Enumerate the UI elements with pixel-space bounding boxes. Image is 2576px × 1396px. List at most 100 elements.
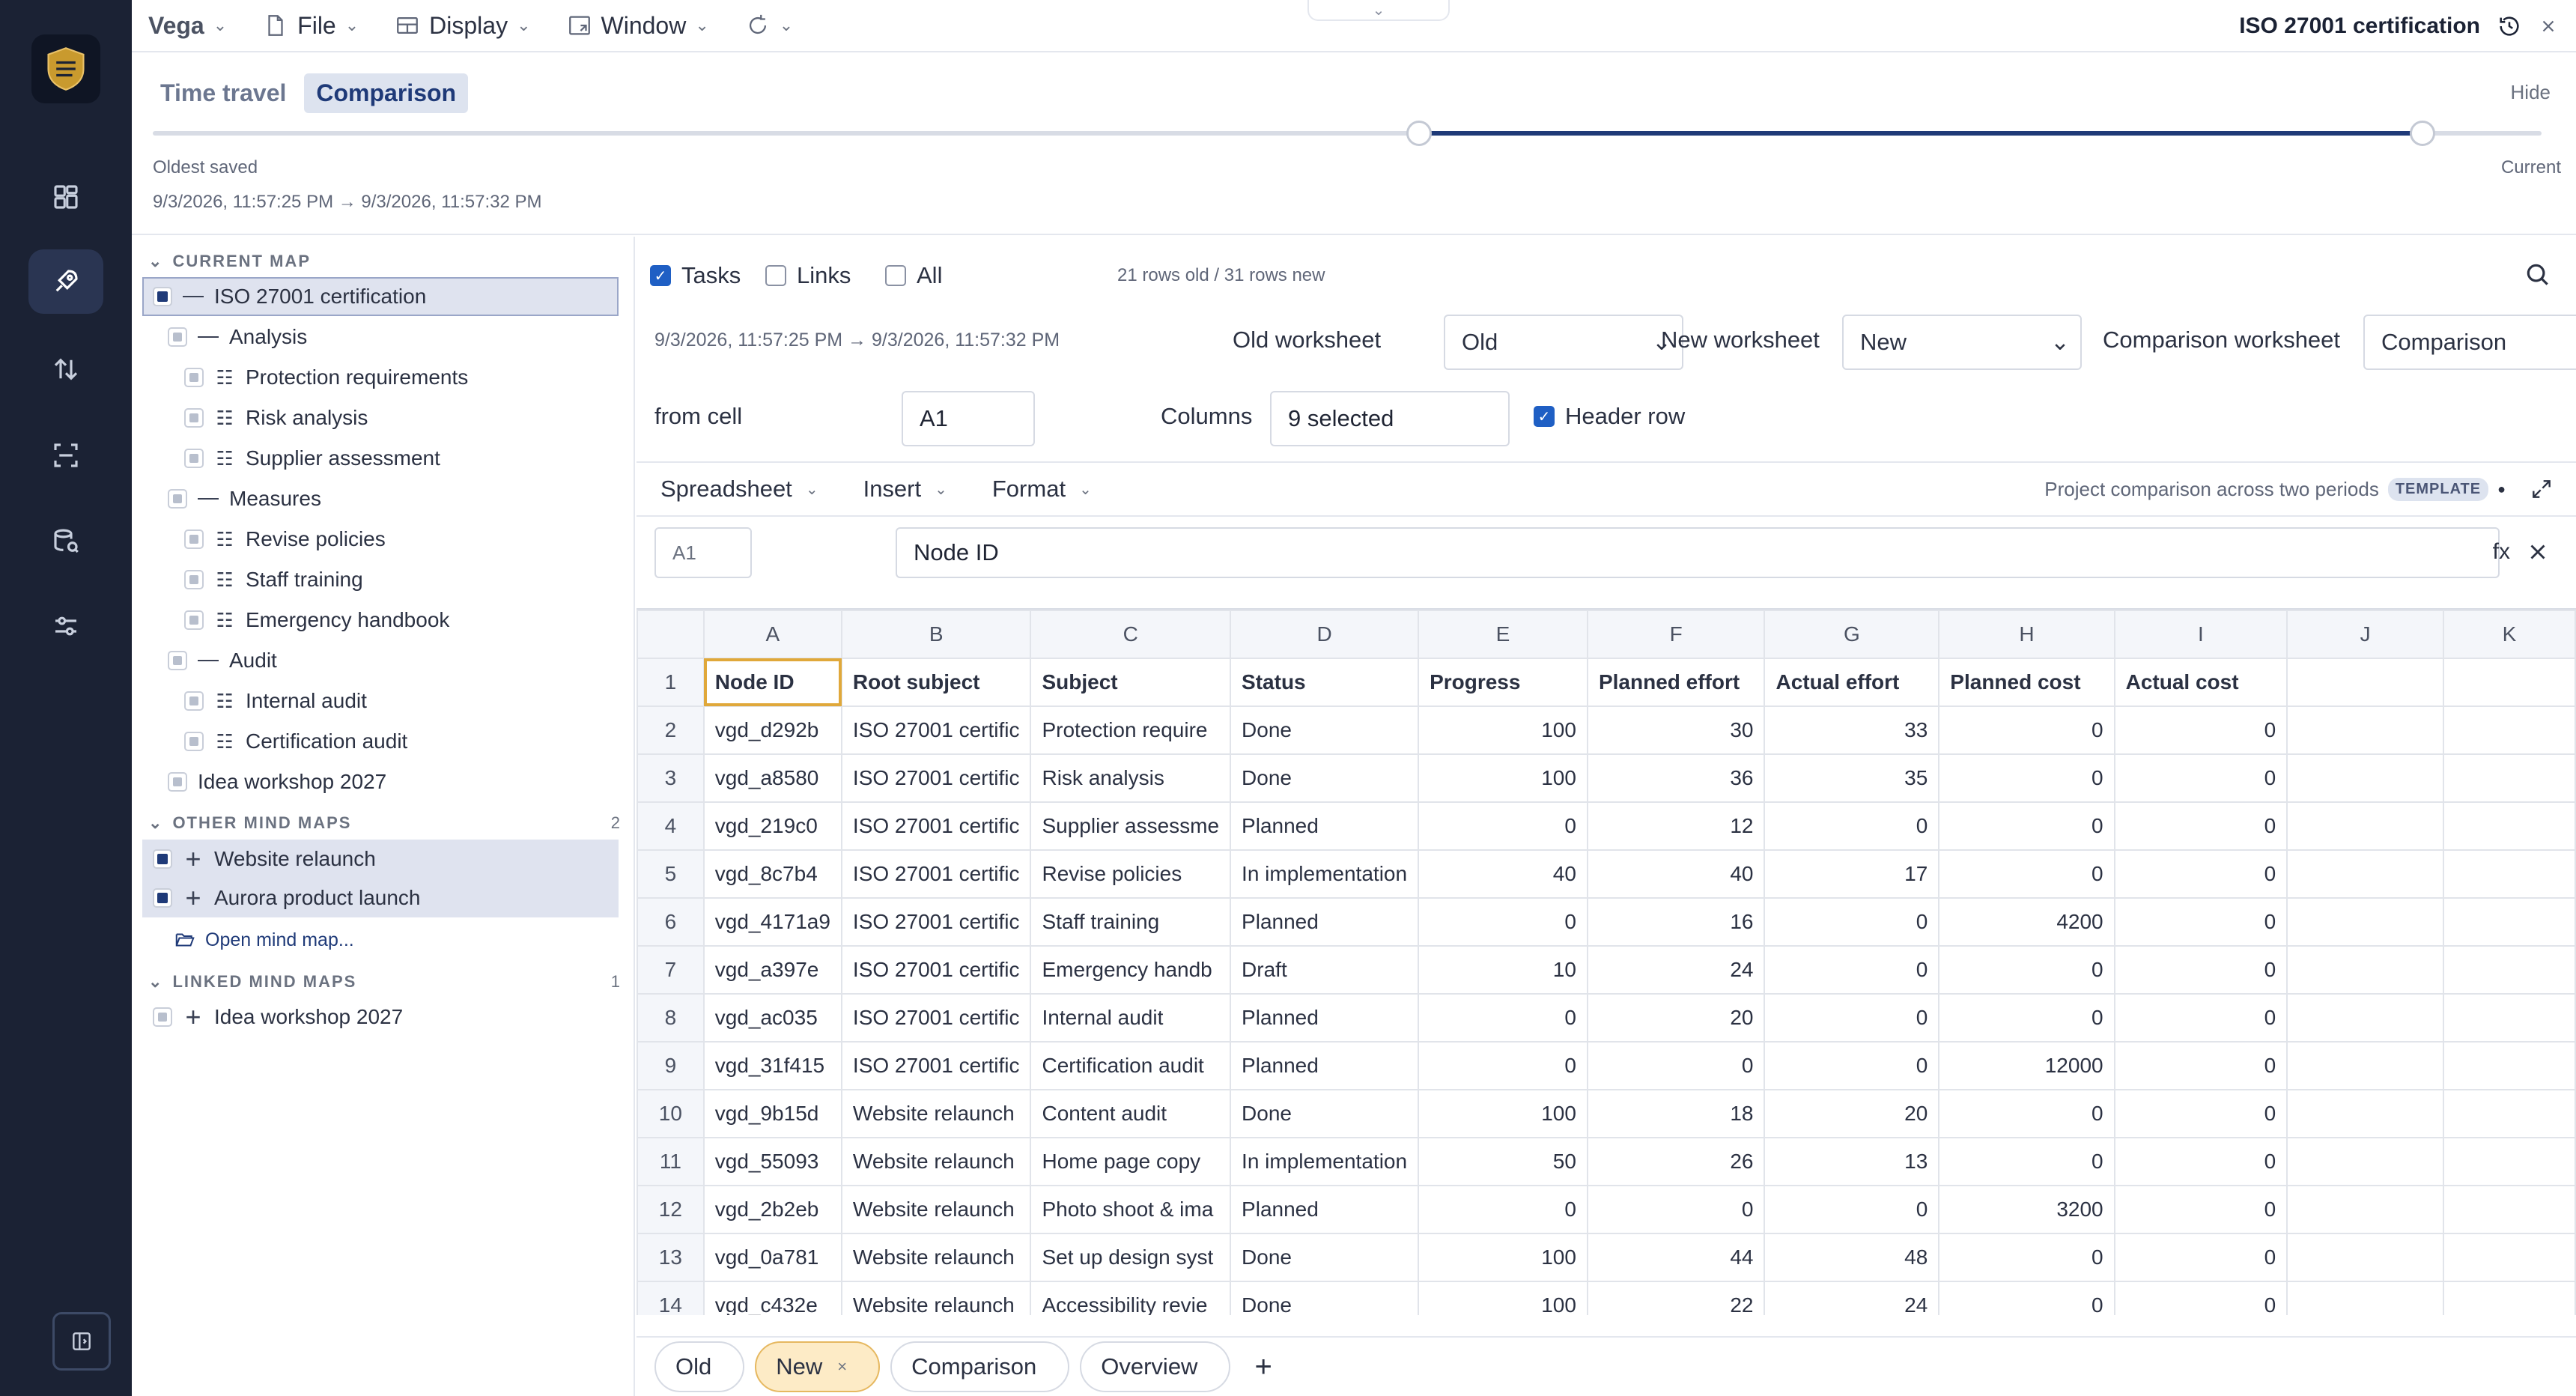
sheet-tab[interactable]: New × bbox=[755, 1341, 881, 1392]
table-cell[interactable]: Done bbox=[1230, 753, 1420, 803]
table-cell[interactable]: 0 bbox=[1418, 993, 1588, 1043]
cell-reference[interactable]: A1 bbox=[654, 527, 752, 578]
table-cell[interactable]: 0 bbox=[1938, 1089, 2115, 1138]
tab-comparison[interactable]: Comparison bbox=[304, 73, 469, 113]
table-cell[interactable] bbox=[2286, 1089, 2445, 1138]
column-header[interactable]: B bbox=[840, 610, 1032, 659]
table-cell[interactable]: vgd_2b2eb bbox=[702, 1185, 842, 1234]
table-cell[interactable]: Home page copy bbox=[1030, 1137, 1232, 1186]
table-cell[interactable]: Planned bbox=[1230, 801, 1420, 851]
table-cell[interactable]: Staff training bbox=[1030, 897, 1232, 947]
column-header[interactable]: F bbox=[1586, 610, 1766, 659]
node-checkbox[interactable] bbox=[184, 732, 204, 751]
checkbox[interactable] bbox=[153, 1007, 172, 1027]
table-cell[interactable]: 35 bbox=[1764, 753, 1940, 803]
node-checkbox[interactable] bbox=[184, 610, 204, 630]
sliders-icon[interactable] bbox=[28, 594, 103, 658]
app-menu[interactable]: Vega ⌄ bbox=[148, 7, 227, 44]
table-cell[interactable]: vgd_4171a9 bbox=[702, 897, 842, 947]
column-header[interactable]: K bbox=[2443, 610, 2576, 659]
table-cell[interactable] bbox=[2443, 1185, 2576, 1234]
table-cell[interactable]: Node ID bbox=[702, 658, 842, 707]
table-cell[interactable]: 100 bbox=[1418, 705, 1588, 755]
node-checkbox[interactable] bbox=[184, 529, 204, 549]
table-cell[interactable] bbox=[2443, 801, 2576, 851]
node-checkbox[interactable] bbox=[168, 772, 187, 792]
table-cell[interactable]: vgd_a8580 bbox=[702, 753, 842, 803]
header-row-checkbox[interactable]: ✓ bbox=[1534, 406, 1555, 427]
row-header[interactable]: 7 bbox=[637, 945, 705, 995]
range-end-handle[interactable] bbox=[2409, 121, 2435, 146]
other-map-item[interactable]: + Aurora product launch bbox=[142, 878, 619, 917]
collapse-sidebar-icon[interactable] bbox=[52, 1312, 111, 1371]
table-cell[interactable]: 18 bbox=[1586, 1089, 1766, 1138]
table-cell[interactable]: In implementation bbox=[1230, 849, 1420, 899]
close-icon[interactable] bbox=[2539, 16, 2558, 36]
tree-node[interactable]: ☷ Risk analysis bbox=[142, 398, 619, 437]
node-checkbox[interactable] bbox=[184, 368, 204, 387]
add-sheet-button[interactable]: + bbox=[1254, 1350, 1272, 1384]
table-cell[interactable]: 0 bbox=[1418, 1185, 1588, 1234]
table-cell[interactable]: 0 bbox=[2113, 849, 2288, 899]
table-cell[interactable]: ISO 27001 certific bbox=[840, 1041, 1032, 1090]
node-checkbox[interactable] bbox=[168, 651, 187, 670]
tree-node[interactable]: ☷ Staff training bbox=[142, 560, 619, 599]
table-cell[interactable]: vgd_31f415 bbox=[702, 1041, 842, 1090]
links-checkbox[interactable] bbox=[765, 265, 786, 286]
table-cell[interactable]: 0 bbox=[1418, 1041, 1588, 1090]
display-menu[interactable]: Display ⌄ bbox=[395, 7, 531, 44]
table-cell[interactable]: vgd_9b15d bbox=[702, 1089, 842, 1138]
toolbar-toggle[interactable]: ⌄ bbox=[1307, 0, 1450, 21]
spreadsheet-menu[interactable]: Spreadsheet ⌄ bbox=[660, 476, 818, 503]
time-range-slider[interactable] bbox=[153, 121, 2542, 146]
column-header[interactable]: E bbox=[1418, 610, 1588, 659]
expand-icon[interactable] bbox=[2530, 477, 2554, 501]
table-cell[interactable]: Planned bbox=[1230, 1185, 1420, 1234]
old-worksheet-select[interactable]: Old ⌄ bbox=[1444, 315, 1683, 370]
sheet-tab[interactable]: Overview bbox=[1080, 1341, 1231, 1392]
new-worksheet-select[interactable]: New ⌄ bbox=[1842, 315, 2082, 370]
row-header[interactable]: 2 bbox=[637, 705, 705, 755]
table-cell[interactable]: 0 bbox=[2113, 753, 2288, 803]
table-cell[interactable]: 26 bbox=[1586, 1137, 1766, 1186]
table-cell[interactable]: 0 bbox=[2113, 1185, 2288, 1234]
row-header[interactable]: 5 bbox=[637, 849, 705, 899]
table-cell[interactable]: Progress bbox=[1418, 658, 1588, 707]
table-cell[interactable]: Actual cost bbox=[2113, 658, 2288, 707]
formula-input[interactable]: Node ID bbox=[896, 527, 2500, 578]
cancel-icon[interactable] bbox=[2525, 539, 2551, 565]
table-cell[interactable]: Draft bbox=[1230, 945, 1420, 995]
table-cell[interactable]: ISO 27001 certific bbox=[840, 753, 1032, 803]
table-cell[interactable]: Set up design syst bbox=[1030, 1233, 1232, 1282]
database-search-icon[interactable] bbox=[28, 509, 103, 574]
table-cell[interactable] bbox=[2286, 1185, 2445, 1234]
table-cell[interactable]: Revise policies bbox=[1030, 849, 1232, 899]
table-cell[interactable]: 0 bbox=[1938, 993, 2115, 1043]
refresh-menu[interactable]: ⌄ bbox=[745, 7, 793, 44]
table-cell[interactable]: vgd_ac035 bbox=[702, 993, 842, 1043]
column-header[interactable]: D bbox=[1230, 610, 1420, 659]
table-cell[interactable]: 0 bbox=[1938, 753, 2115, 803]
close-tab-icon[interactable]: × bbox=[837, 1357, 847, 1377]
table-cell[interactable]: 20 bbox=[1586, 993, 1766, 1043]
table-cell[interactable]: vgd_d292b bbox=[702, 705, 842, 755]
table-cell[interactable]: 22 bbox=[1586, 1281, 1766, 1315]
linked-maps-heading[interactable]: ⌄ LINKED MIND MAPS 1 bbox=[148, 972, 620, 992]
table-cell[interactable]: 50 bbox=[1418, 1137, 1588, 1186]
table-cell[interactable]: 0 bbox=[1938, 705, 2115, 755]
table-cell[interactable] bbox=[2443, 945, 2576, 995]
table-cell[interactable]: Website relaunch bbox=[840, 1089, 1032, 1138]
table-cell[interactable] bbox=[2286, 849, 2445, 899]
table-cell[interactable]: 33 bbox=[1764, 705, 1940, 755]
scan-icon[interactable] bbox=[28, 423, 103, 488]
table-cell[interactable]: 40 bbox=[1418, 849, 1588, 899]
node-checkbox[interactable] bbox=[184, 691, 204, 711]
table-cell[interactable] bbox=[2443, 993, 2576, 1043]
table-cell[interactable]: Website relaunch bbox=[840, 1185, 1032, 1234]
table-cell[interactable] bbox=[2443, 1089, 2576, 1138]
table-cell[interactable]: 100 bbox=[1418, 753, 1588, 803]
table-cell[interactable]: Done bbox=[1230, 1281, 1420, 1315]
table-cell[interactable]: 0 bbox=[1938, 801, 2115, 851]
table-cell[interactable] bbox=[2286, 897, 2445, 947]
all-filter[interactable]: All bbox=[885, 262, 942, 289]
